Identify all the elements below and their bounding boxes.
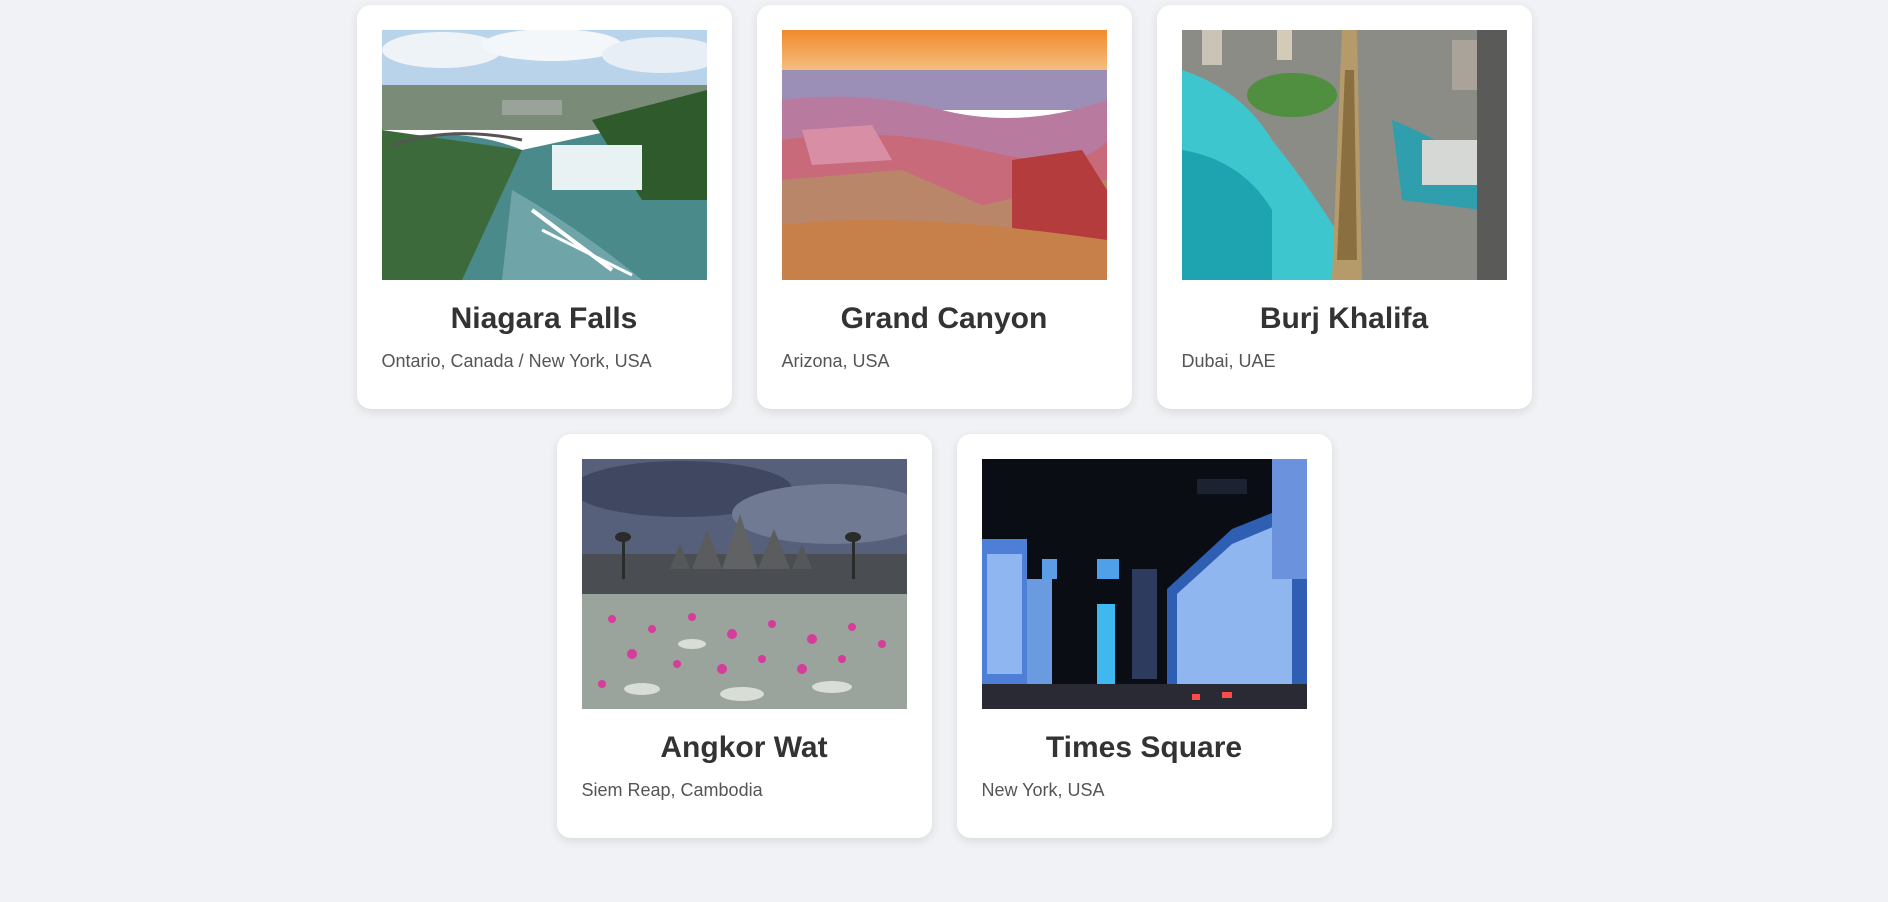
destination-card-niagara-falls[interactable]: Niagara Falls Ontario, Canada / New York… bbox=[356, 5, 732, 409]
waterfall-photo bbox=[381, 30, 707, 280]
destination-gallery: Niagara Falls Ontario, Canada / New York… bbox=[344, 0, 1544, 838]
destination-location: Siem Reap, Cambodia bbox=[581, 780, 763, 800]
destination-title: Angkor Wat bbox=[660, 731, 828, 764]
destination-location: New York, USA bbox=[981, 780, 1105, 800]
temple-photo bbox=[581, 459, 907, 709]
destination-title: Grand Canyon bbox=[840, 302, 1048, 335]
destination-location: Arizona, USA bbox=[781, 351, 890, 371]
destination-title: Burj Khalifa bbox=[1259, 302, 1429, 335]
destination-title: Times Square bbox=[1045, 731, 1243, 764]
destination-card-angkor-wat[interactable]: Angkor Wat Siem Reap, Cambodia bbox=[556, 434, 932, 838]
canyon-photo bbox=[781, 30, 1107, 280]
city-night-photo bbox=[981, 459, 1307, 709]
destination-title: Niagara Falls bbox=[450, 302, 638, 335]
destination-card-grand-canyon[interactable]: Grand Canyon Arizona, USA bbox=[756, 5, 1132, 409]
skyscraper-photo bbox=[1181, 30, 1507, 280]
destination-card-burj-khalifa[interactable]: Burj Khalifa Dubai, UAE bbox=[1156, 5, 1532, 409]
destination-card-times-square[interactable]: Times Square New York, USA bbox=[956, 434, 1332, 838]
destination-location: Ontario, Canada / New York, USA bbox=[381, 351, 652, 371]
destination-location: Dubai, UAE bbox=[1181, 351, 1276, 371]
